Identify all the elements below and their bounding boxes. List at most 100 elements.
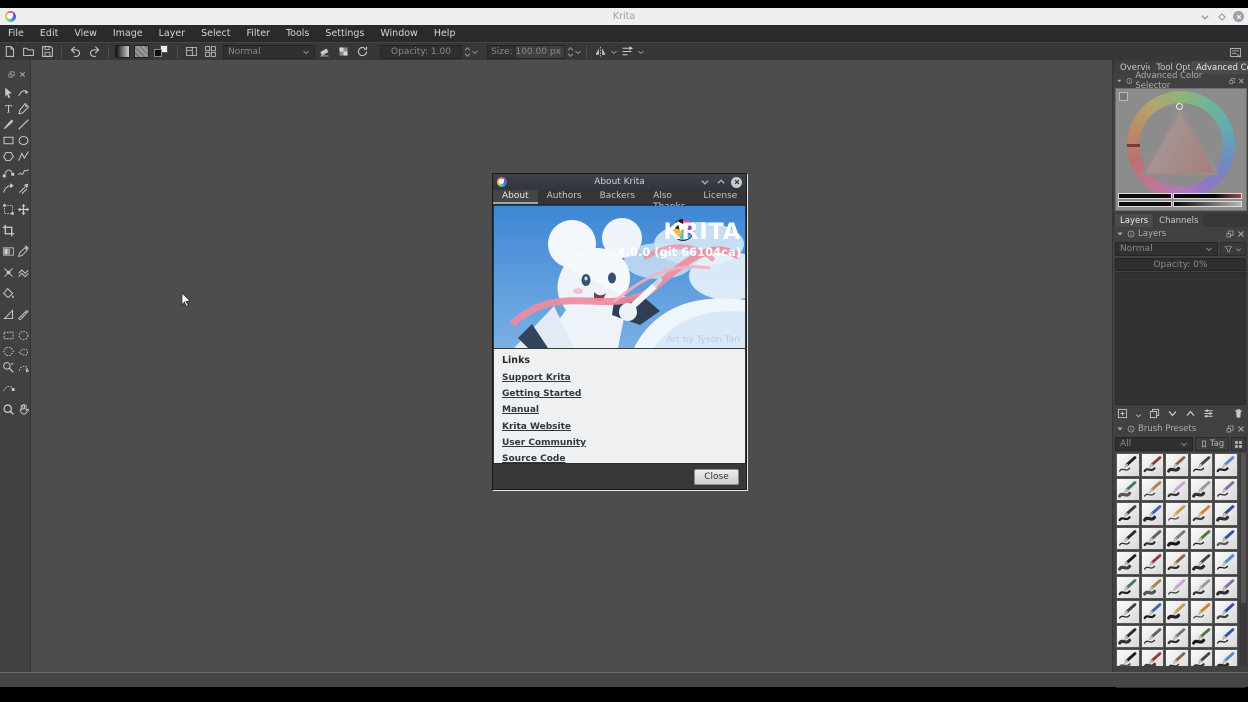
- workspace-grid-icon[interactable]: [202, 44, 219, 59]
- brush-preset-thumbnail[interactable]: [1214, 453, 1238, 477]
- tool-pan[interactable]: [16, 402, 31, 417]
- close-docker-icon[interactable]: [1237, 230, 1245, 238]
- link-manual[interactable]: Manual: [502, 405, 737, 415]
- menu-item-tools[interactable]: Tools: [278, 25, 317, 42]
- brush-preset-thumbnail[interactable]: [1116, 527, 1140, 551]
- menu-item-layer[interactable]: Layer: [151, 25, 194, 42]
- maximize-icon[interactable]: [715, 177, 726, 188]
- close-icon[interactable]: [731, 177, 742, 188]
- brush-preset-thumbnail[interactable]: [1141, 527, 1165, 551]
- chevron-down-icon[interactable]: [1135, 404, 1142, 423]
- tool-ellipse-select[interactable]: [16, 328, 31, 343]
- tab-license[interactable]: License: [694, 189, 746, 204]
- tag-button[interactable]: Tag: [1195, 437, 1229, 451]
- display-mode-button[interactable]: [1231, 437, 1246, 451]
- move-layer-down-icon[interactable]: [1167, 408, 1178, 419]
- blending-icon[interactable]: [335, 44, 352, 59]
- brush-preset-thumbnail[interactable]: [1141, 551, 1165, 575]
- advanced-color-selector[interactable]: [1115, 88, 1247, 211]
- menu-item-window[interactable]: Window: [372, 25, 425, 42]
- delete-layer-icon[interactable]: [1233, 408, 1244, 419]
- tool-calligraphy[interactable]: [16, 101, 31, 116]
- save-icon[interactable]: [39, 44, 56, 59]
- layer-properties-icon[interactable]: [1203, 408, 1214, 419]
- pattern-chip[interactable]: [134, 45, 149, 58]
- brush-preset-thumbnail[interactable]: [1190, 453, 1214, 477]
- maximize-icon[interactable]: [1216, 11, 1227, 22]
- tool-zoom[interactable]: [1, 402, 16, 417]
- tool-path-select[interactable]: [1, 381, 16, 396]
- tool-fill[interactable]: [1, 286, 16, 301]
- brush-preset-thumbnail[interactable]: [1141, 502, 1165, 526]
- move-layer-up-icon[interactable]: [1185, 408, 1196, 419]
- opacity-slider[interactable]: Opacity: 1.00: [380, 45, 462, 59]
- tool-line[interactable]: [16, 117, 31, 132]
- menu-item-help[interactable]: Help: [426, 25, 464, 42]
- blend-mode-dropdown[interactable]: Normal: [223, 45, 315, 59]
- layers-docker-header[interactable]: Layers: [1113, 227, 1248, 240]
- scrollbar-thumb[interactable]: [1241, 453, 1246, 603]
- scroll-down-icon[interactable]: [1240, 658, 1247, 666]
- tool-edit-shapes[interactable]: [16, 85, 31, 100]
- close-docker-icon[interactable]: [1237, 425, 1245, 433]
- tool-transform[interactable]: [1, 202, 16, 217]
- open-document-icon[interactable]: [20, 44, 37, 59]
- brush-preset-thumbnail[interactable]: [1165, 453, 1189, 477]
- brush-preset-thumbnail[interactable]: [1214, 600, 1238, 624]
- new-document-icon[interactable]: [1, 44, 18, 59]
- close-docker-icon[interactable]: [19, 63, 26, 82]
- shade-strip[interactable]: [1118, 193, 1172, 199]
- brush-preset-thumbnail[interactable]: [1214, 625, 1238, 649]
- menu-item-settings[interactable]: Settings: [317, 25, 372, 42]
- tool-measure[interactable]: [16, 307, 31, 322]
- tab-about[interactable]: About: [493, 189, 538, 204]
- brush-preset-thumbnail[interactable]: [1165, 502, 1189, 526]
- chevron-down-icon[interactable]: [471, 48, 479, 56]
- shade-strip[interactable]: [1118, 201, 1172, 207]
- tool-color-picker[interactable]: [16, 244, 31, 259]
- tool-smart-patch[interactable]: [16, 265, 31, 280]
- tab-channels[interactable]: Channels: [1154, 214, 1203, 227]
- brush-preset-thumbnail[interactable]: [1141, 478, 1165, 502]
- brush-preset-thumbnail[interactable]: [1116, 478, 1140, 502]
- shade-strip[interactable]: [1173, 201, 1242, 207]
- wrap-around-icon[interactable]: [619, 44, 636, 59]
- brush-preset-thumbnail[interactable]: [1214, 478, 1238, 502]
- brush-preset-thumbnail[interactable]: [1190, 625, 1214, 649]
- tool-freehand-brush[interactable]: [1, 117, 16, 132]
- tool-rectangle[interactable]: [1, 133, 16, 148]
- brush-preset-thumbnail[interactable]: [1165, 625, 1189, 649]
- tab-backers[interactable]: Backers: [591, 189, 644, 204]
- float-docker-icon[interactable]: [1226, 425, 1234, 433]
- tool-polyline[interactable]: [16, 149, 31, 164]
- tool-pattern-edit[interactable]: [1, 265, 16, 280]
- brush-preset-thumbnail[interactable]: [1190, 502, 1214, 526]
- reload-icon[interactable]: [354, 44, 371, 59]
- brush-preset-thumbnail[interactable]: [1190, 576, 1214, 600]
- brush-preset-thumbnail[interactable]: [1116, 502, 1140, 526]
- brush-preset-thumbnail[interactable]: [1165, 576, 1189, 600]
- tab-authors[interactable]: Authors: [538, 189, 591, 204]
- mirror-icon[interactable]: [592, 44, 609, 59]
- chevron-down-icon[interactable]: [637, 48, 645, 56]
- duplicate-layer-icon[interactable]: [1149, 408, 1160, 419]
- brush-preset-thumbnail[interactable]: [1165, 600, 1189, 624]
- brush-preset-thumbnail[interactable]: [1165, 649, 1189, 666]
- close-button[interactable]: Close: [694, 469, 739, 485]
- link-user-community[interactable]: User Community: [502, 438, 737, 448]
- brush-preset-thumbnail[interactable]: [1141, 453, 1165, 477]
- layer-blend-dropdown[interactable]: Normal: [1115, 242, 1218, 256]
- float-docker-icon[interactable]: [1229, 77, 1236, 85]
- dialog-titlebar[interactable]: About Krita: [493, 174, 746, 190]
- size-stepper[interactable]: [567, 47, 574, 57]
- layer-list[interactable]: [1115, 272, 1246, 405]
- tool-poly-select[interactable]: [1, 344, 16, 359]
- brush-preset-thumbnail[interactable]: [1141, 649, 1165, 666]
- tool-freehand-path[interactable]: [16, 165, 31, 180]
- brush-preset-thumbnail[interactable]: [1116, 625, 1140, 649]
- tool-ellipse[interactable]: [16, 133, 31, 148]
- tool-freehand-select[interactable]: [16, 344, 31, 359]
- menu-item-select[interactable]: Select: [193, 25, 238, 42]
- chevron-down-icon[interactable]: [610, 48, 618, 56]
- brush-preset-thumbnail[interactable]: [1116, 649, 1140, 666]
